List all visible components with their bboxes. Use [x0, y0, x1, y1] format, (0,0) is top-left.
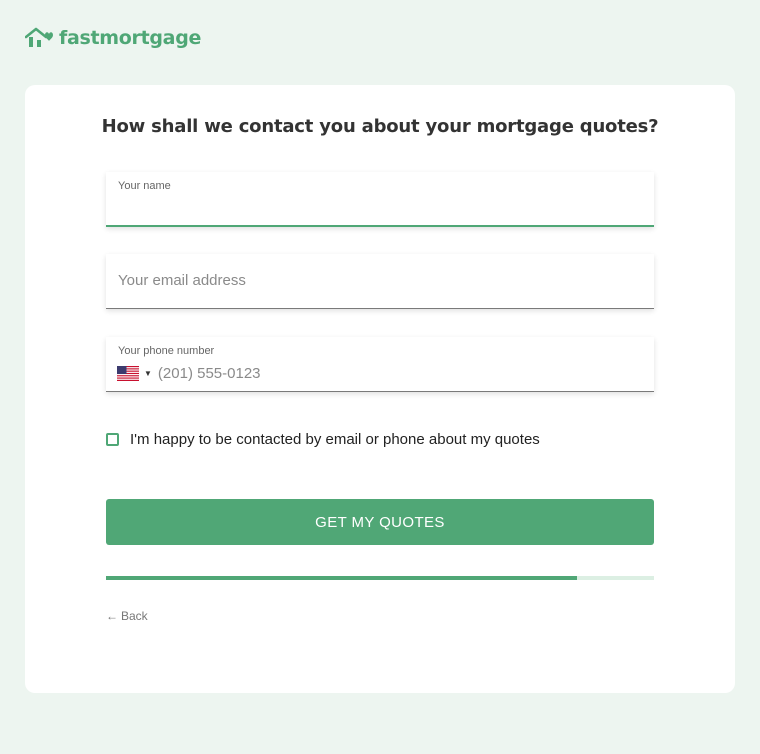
- phone-placeholder: (201) 555-0123: [157, 365, 261, 382]
- logo[interactable]: fastmortgage: [25, 27, 201, 49]
- us-flag-icon: [117, 366, 139, 381]
- back-link[interactable]: ← Back: [106, 609, 148, 623]
- phone-field[interactable]: Your phone number ▼ (201) 555-0123: [106, 337, 654, 392]
- chevron-down-icon: ▼: [144, 369, 152, 378]
- country-selector[interactable]: ▼: [117, 366, 158, 381]
- back-label: Back: [121, 609, 148, 623]
- email-field[interactable]: Your email address: [106, 254, 654, 309]
- progress-bar: [106, 576, 654, 580]
- name-field[interactable]: Your name: [106, 172, 654, 227]
- phone-field-label: Your phone number: [118, 345, 215, 357]
- brand-name: fastmortgage: [59, 27, 202, 49]
- get-quotes-button[interactable]: GET MY QUOTES: [106, 499, 654, 545]
- contact-form-card: How shall we contact you about your mort…: [25, 85, 735, 693]
- arrow-left-icon: ←: [106, 609, 118, 623]
- consent-row[interactable]: I'm happy to be contacted by email or ph…: [106, 431, 540, 448]
- email-field-placeholder: Your email address: [118, 272, 246, 289]
- house-heart-icon: [25, 27, 53, 47]
- consent-label[interactable]: I'm happy to be contacted by email or ph…: [130, 431, 540, 448]
- form-heading: How shall we contact you about your mort…: [101, 116, 659, 137]
- progress-fill: [106, 576, 578, 580]
- consent-checkbox[interactable]: [106, 433, 119, 446]
- name-field-label: Your name: [118, 180, 171, 192]
